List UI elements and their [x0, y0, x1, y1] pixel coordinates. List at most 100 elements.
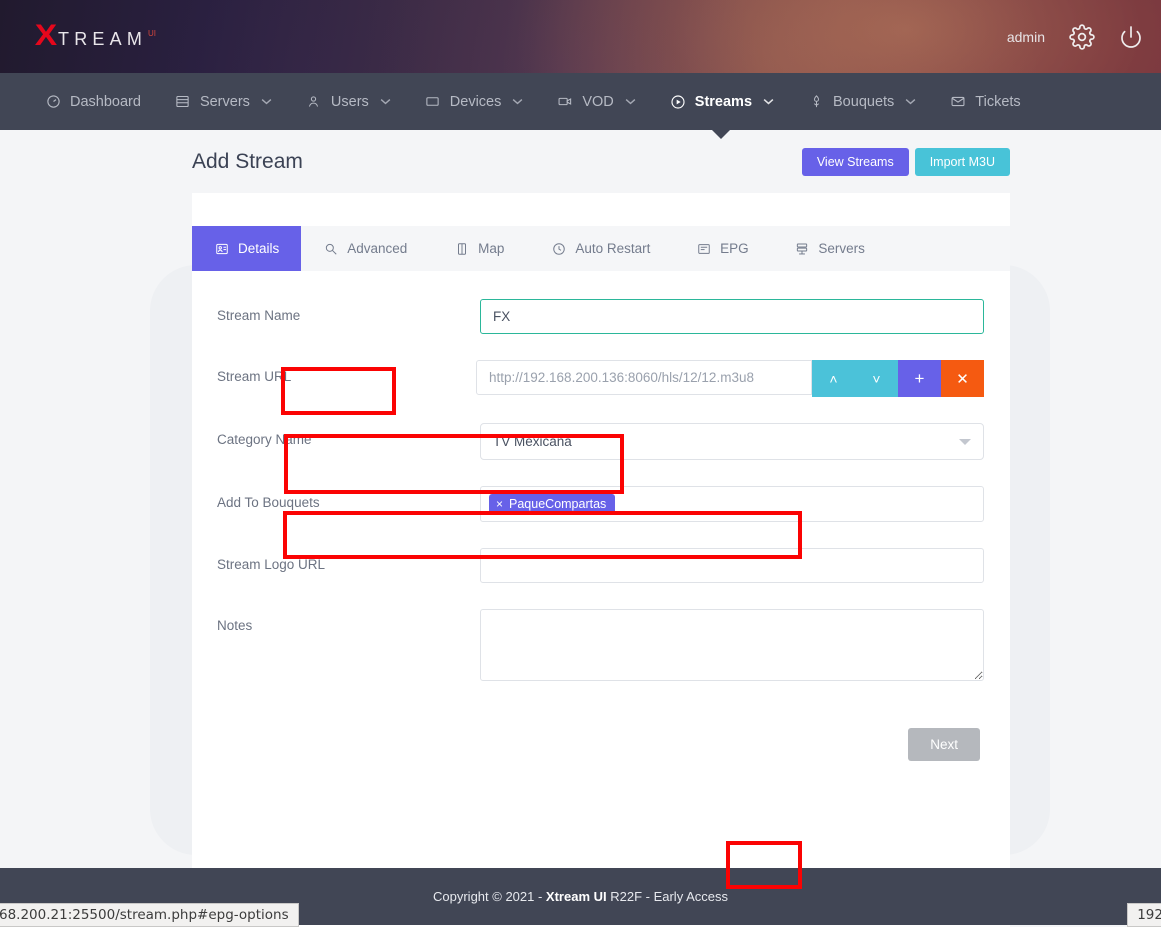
nav-item-vod[interactable]: VOD — [540, 73, 652, 130]
field-row-notes: Notes — [192, 609, 1010, 686]
tab-auto-restart[interactable]: Auto Restart — [529, 226, 672, 271]
tab-details[interactable]: Details — [192, 226, 301, 271]
import-m3u-button[interactable]: Import M3U — [915, 148, 1010, 176]
epg-icon — [696, 241, 711, 256]
nav-label: VOD — [582, 94, 613, 110]
stream-name-control — [480, 299, 1010, 334]
brand-name: Xtream UI — [546, 889, 607, 904]
nav-item-tickets[interactable]: Tickets — [933, 73, 1037, 130]
nav-item-users[interactable]: Users — [289, 73, 408, 130]
field-row-bouquets: Add To Bouquets × PaqueCompartas — [192, 486, 1010, 522]
copyright-suffix: R22F - Early Access — [607, 889, 728, 904]
field-row-stream-url: Stream URL ˄ ˅ + ✕ — [192, 360, 1010, 397]
advanced-icon — [323, 241, 338, 256]
tab-label: EPG — [720, 241, 749, 256]
nav-label: Users — [331, 94, 369, 110]
bouquets-label: Add To Bouquets — [192, 486, 480, 510]
nav-item-streams[interactable]: Streams — [653, 73, 791, 130]
field-row-stream-name: Stream Name — [192, 299, 1010, 334]
play-circle-icon — [670, 94, 686, 110]
notes-label: Notes — [192, 609, 480, 633]
add-stream-form: Stream Name Stream URL ˄ ˅ + ✕ — [192, 271, 1010, 761]
stream-logo-url-label: Stream Logo URL — [192, 548, 480, 572]
nav-item-bouquets[interactable]: Bouquets — [791, 73, 933, 130]
copyright-prefix: Copyright © 2021 - — [433, 889, 546, 904]
stream-logo-url-control — [480, 548, 1010, 583]
tab-advanced[interactable]: Advanced — [301, 226, 429, 271]
app-header: X TREAM UI admin — [0, 0, 1161, 73]
category-name-label: Category Name — [192, 423, 480, 447]
browser-status-bar: 68.200.21:25500/stream.php#epg-options — [0, 903, 299, 927]
stream-url-input-group: ˄ ˅ + ✕ — [476, 360, 984, 397]
stream-form-card: Details Advanced Map — [192, 193, 1010, 927]
remove-url-button[interactable]: ✕ — [941, 360, 984, 397]
tab-label: Advanced — [347, 241, 407, 256]
current-username[interactable]: admin — [1007, 29, 1045, 45]
user-icon — [306, 94, 322, 110]
form-tabs: Details Advanced Map — [192, 226, 1010, 271]
nav-item-devices[interactable]: Devices — [408, 73, 541, 130]
tab-servers[interactable]: Servers — [772, 226, 887, 271]
tab-epg[interactable]: EPG — [672, 226, 772, 271]
notes-textarea[interactable] — [480, 609, 984, 681]
servers-icon — [794, 241, 809, 256]
bouquets-multiselect[interactable]: × PaqueCompartas — [480, 486, 984, 522]
app-logo[interactable]: X TREAM UI — [36, 21, 156, 51]
chevron-down-icon — [380, 98, 391, 105]
page-header: Add Stream View Streams Import M3U — [192, 148, 1010, 176]
browser-status-bar-right: 192 — [1127, 903, 1161, 927]
field-row-category-name: Category Name TV Mexicana — [192, 423, 1010, 460]
envelope-icon — [950, 94, 966, 110]
logo-superscript: UI — [148, 29, 156, 38]
stream-name-label: Stream Name — [192, 299, 480, 323]
page-header-actions: View Streams Import M3U — [802, 148, 1010, 176]
power-icon[interactable] — [1119, 25, 1143, 49]
active-nav-pointer — [712, 130, 730, 139]
form-footer: Next — [192, 712, 1010, 761]
tab-map[interactable]: Map — [429, 226, 529, 271]
page-title: Add Stream — [192, 150, 303, 174]
header-decoration — [300, 0, 820, 73]
server-icon — [175, 94, 191, 110]
bouquet-tag[interactable]: × PaqueCompartas — [489, 494, 615, 515]
stream-name-input[interactable] — [480, 299, 984, 334]
chevron-down-icon — [625, 98, 636, 105]
map-icon — [454, 241, 469, 256]
chevron-down-icon — [512, 98, 523, 105]
bouquet-icon — [808, 94, 824, 110]
bouquet-tag-label: PaqueCompartas — [509, 497, 606, 511]
nav-label: Devices — [450, 94, 502, 110]
device-icon — [425, 94, 441, 110]
bouquets-control: × PaqueCompartas — [480, 486, 1010, 522]
video-icon — [557, 94, 573, 110]
nav-item-servers[interactable]: Servers — [158, 73, 289, 130]
header-actions: admin — [1007, 0, 1143, 73]
tab-label: Servers — [818, 241, 865, 256]
copyright-text: Copyright © 2021 - Xtream UI R22F - Earl… — [433, 889, 728, 904]
chevron-down-icon — [905, 98, 916, 105]
gauge-icon — [45, 94, 61, 110]
main-navigation: Dashboard Servers Users Devices — [0, 73, 1161, 130]
remove-tag-icon[interactable]: × — [496, 497, 503, 511]
move-up-button[interactable]: ˄ — [812, 360, 855, 397]
tab-label: Auto Restart — [575, 241, 650, 256]
nav-item-dashboard[interactable]: Dashboard — [28, 73, 158, 130]
logo-x-mark: X — [35, 21, 57, 51]
chevron-down-icon — [959, 439, 971, 445]
stream-url-label: Stream URL — [192, 360, 476, 384]
stream-url-input[interactable] — [476, 360, 812, 395]
page-body: Add Stream View Streams Import M3U Detai… — [0, 130, 1161, 925]
add-url-button[interactable]: + — [898, 360, 941, 397]
nav-label: Bouquets — [833, 94, 894, 110]
stream-logo-url-input[interactable] — [480, 548, 984, 583]
next-button[interactable]: Next — [908, 728, 980, 761]
clock-icon — [551, 241, 566, 256]
stream-url-control: ˄ ˅ + ✕ — [476, 360, 1010, 397]
nav-label: Dashboard — [70, 94, 141, 110]
gear-icon[interactable] — [1069, 24, 1095, 50]
header-decoration — [150, 0, 450, 73]
nav-label: Tickets — [975, 94, 1020, 110]
move-down-button[interactable]: ˅ — [855, 360, 898, 397]
category-name-select[interactable]: TV Mexicana — [480, 423, 984, 460]
view-streams-button[interactable]: View Streams — [802, 148, 909, 176]
